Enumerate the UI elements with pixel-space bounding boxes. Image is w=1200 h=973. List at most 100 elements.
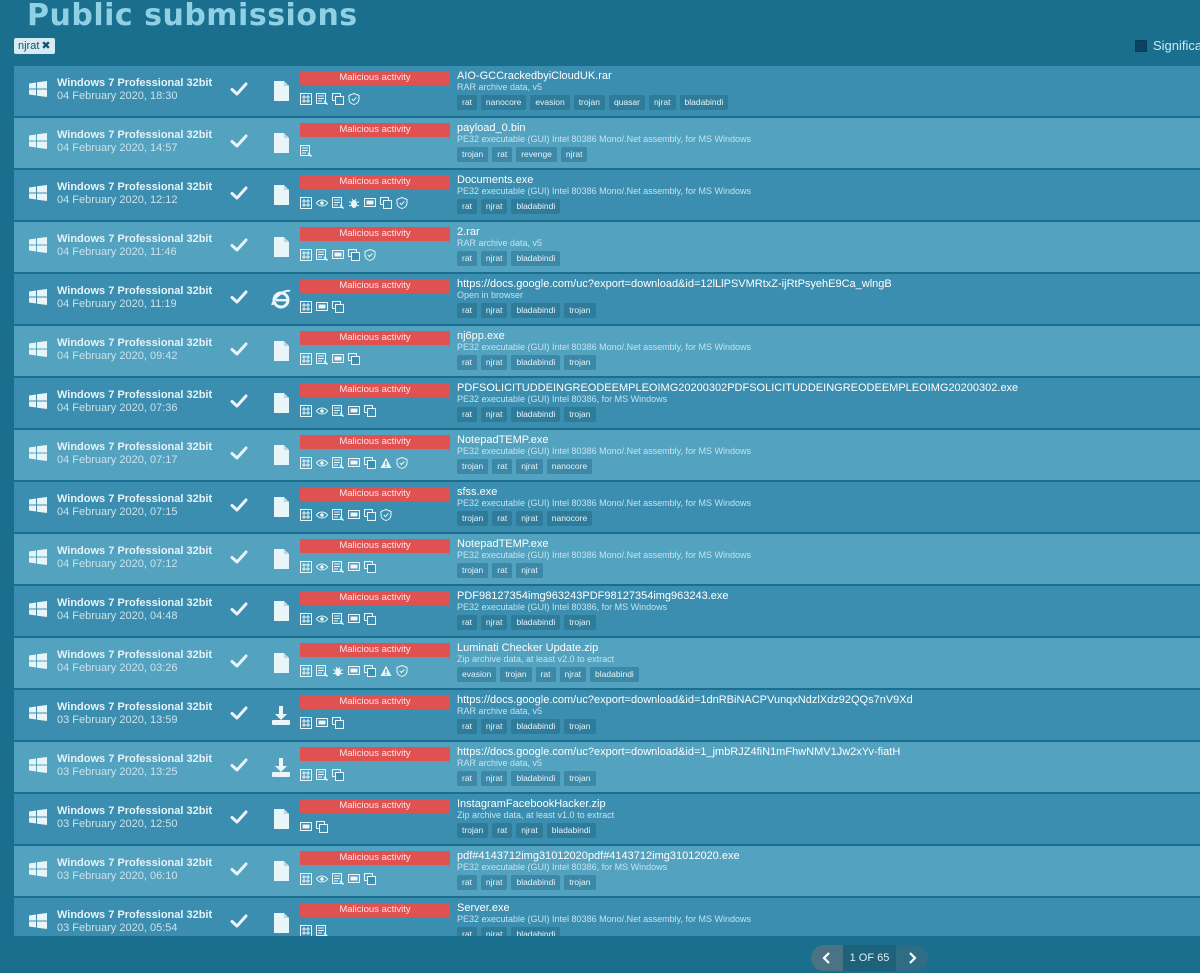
submission-row[interactable]: Windows 7 Professional 32bit 04 February … — [14, 534, 1200, 584]
tag[interactable]: njrat — [480, 355, 508, 370]
tag[interactable]: njrat — [516, 459, 543, 474]
tag[interactable]: bladabindi — [511, 251, 561, 266]
submission-row[interactable]: Windows 7 Professional 32bit 04 February … — [14, 222, 1200, 272]
tag[interactable]: bladabindi — [511, 771, 561, 786]
tag[interactable]: bladabindi — [511, 615, 561, 630]
tag[interactable]: rat — [457, 719, 477, 734]
tag[interactable]: trojan — [457, 459, 489, 474]
tag[interactable]: rat — [457, 251, 477, 266]
submission-row[interactable]: Windows 7 Professional 32bit 03 February … — [14, 794, 1200, 844]
remove-filter-icon[interactable]: ✖ — [41, 39, 50, 53]
submission-row[interactable]: Windows 7 Professional 32bit 04 February … — [14, 326, 1200, 376]
tag[interactable]: rat — [457, 407, 477, 422]
tag[interactable]: trojan — [564, 719, 596, 734]
tag[interactable]: rat — [457, 875, 477, 890]
tag[interactable]: rat — [535, 667, 556, 682]
tag[interactable]: njrat — [516, 823, 543, 838]
tag[interactable]: njrat — [559, 667, 587, 682]
tag[interactable]: rat — [457, 771, 477, 786]
submission-row[interactable]: Windows 7 Professional 32bit 04 February … — [14, 170, 1200, 220]
submission-row[interactable]: Windows 7 Professional 32bit 04 February … — [14, 586, 1200, 636]
file-name[interactable]: 2.rar — [457, 226, 480, 238]
tag[interactable]: bladabindi — [511, 355, 561, 370]
file-name[interactable]: https://docs.google.com/uc?export=downlo… — [457, 694, 913, 706]
tag[interactable]: rat — [457, 615, 477, 630]
tag[interactable]: trojan — [457, 511, 489, 526]
tag[interactable]: njrat — [480, 615, 508, 630]
submission-row[interactable]: Windows 7 Professional 32bit 04 February … — [14, 482, 1200, 532]
tag[interactable]: evasion — [457, 667, 497, 682]
tag[interactable]: bladabindi — [511, 407, 561, 422]
file-name[interactable]: payload_0.bin — [457, 122, 526, 134]
submission-row[interactable]: Windows 7 Professional 32bit 04 February … — [14, 118, 1200, 168]
tag[interactable]: bladabindi — [511, 199, 561, 214]
submission-row[interactable]: Windows 7 Professional 32bit 03 February … — [14, 690, 1200, 740]
file-name[interactable]: Documents.exe — [457, 174, 533, 186]
tag[interactable]: njrat — [480, 251, 508, 266]
tag[interactable]: rat — [492, 147, 513, 162]
tag[interactable]: rat — [457, 303, 477, 318]
file-name[interactable]: https://docs.google.com/uc?export=downlo… — [457, 278, 892, 290]
tag[interactable]: njrat — [648, 95, 676, 110]
file-name[interactable]: https://docs.google.com/uc?export=downlo… — [457, 746, 900, 758]
tag[interactable]: rat — [457, 95, 477, 110]
next-page-button[interactable] — [896, 945, 928, 971]
tag[interactable]: quasar — [608, 95, 645, 110]
tag[interactable]: rat — [492, 511, 513, 526]
file-name[interactable]: pdf#4143712img31012020pdf#4143712img3101… — [457, 850, 740, 862]
tag[interactable]: trojan — [564, 407, 596, 422]
tag[interactable]: trojan — [564, 771, 596, 786]
tag[interactable]: njrat — [480, 771, 508, 786]
file-name[interactable]: InstagramFacebookHacker.zip — [457, 798, 606, 810]
tag[interactable]: njrat — [480, 927, 508, 936]
submission-row[interactable]: Windows 7 Professional 32bit 03 February … — [14, 898, 1200, 936]
tag[interactable]: trojan — [457, 823, 489, 838]
submission-row[interactable]: Windows 7 Professional 32bit 04 February … — [14, 430, 1200, 480]
tag[interactable]: rat — [457, 927, 477, 936]
tag[interactable]: rat — [492, 823, 513, 838]
tag[interactable]: njrat — [480, 303, 508, 318]
submission-row[interactable]: Windows 7 Professional 32bit 04 February … — [14, 378, 1200, 428]
tag[interactable]: rat — [457, 199, 477, 214]
tag[interactable]: trojan — [564, 303, 596, 318]
tag[interactable]: trojan — [457, 563, 489, 578]
file-name[interactable]: nj6pp.exe — [457, 330, 505, 342]
tag[interactable]: bladabindi — [511, 303, 561, 318]
file-name[interactable]: sfss.exe — [457, 486, 497, 498]
tag[interactable]: bladabindi — [679, 95, 729, 110]
significant-filter[interactable]: Significa — [1135, 38, 1200, 53]
tag[interactable]: bladabindi — [590, 667, 639, 682]
tag[interactable]: rat — [457, 355, 477, 370]
file-name[interactable]: NotepadTEMP.exe — [457, 434, 549, 446]
tag[interactable]: rat — [492, 459, 513, 474]
significant-checkbox[interactable] — [1135, 39, 1147, 52]
tag[interactable]: rat — [492, 563, 513, 578]
tag[interactable]: trojan — [500, 667, 532, 682]
filter-tag[interactable]: njrat ✖ — [14, 38, 55, 54]
tag[interactable]: trojan — [573, 95, 605, 110]
tag[interactable]: bladabindi — [546, 823, 596, 838]
submission-row[interactable]: Windows 7 Professional 32bit 03 February … — [14, 846, 1200, 896]
prev-page-button[interactable] — [811, 945, 843, 971]
tag[interactable]: njrat — [480, 875, 508, 890]
submission-row[interactable]: Windows 7 Professional 32bit 03 February … — [14, 742, 1200, 792]
file-name[interactable]: Luminati Checker Update.zip — [457, 642, 598, 654]
file-name[interactable]: AIO-GCCrackedbyiCloudUK.rar — [457, 70, 612, 82]
tag[interactable]: evasion — [530, 95, 570, 110]
file-name[interactable]: PDFSOLICITUDDEINGREODEEMPLEOIMG20200302P… — [457, 382, 1018, 394]
tag[interactable]: trojan — [564, 355, 596, 370]
submission-row[interactable]: Windows 7 Professional 32bit 04 February … — [14, 638, 1200, 688]
tag[interactable]: njrat — [480, 199, 508, 214]
tag[interactable]: bladabindi — [511, 719, 561, 734]
tag[interactable]: trojan — [457, 147, 489, 162]
tag[interactable]: nanocore — [480, 95, 527, 110]
tag[interactable]: trojan — [564, 615, 596, 630]
submission-row[interactable]: Windows 7 Professional 32bit 04 February … — [14, 274, 1200, 324]
tag[interactable]: nanocore — [546, 511, 593, 526]
submission-row[interactable]: Windows 7 Professional 32bit 04 February … — [14, 66, 1200, 116]
tag[interactable]: njrat — [516, 563, 543, 578]
tag[interactable]: trojan — [564, 875, 596, 890]
tag[interactable]: njrat — [560, 147, 588, 162]
tag[interactable]: njrat — [516, 511, 543, 526]
tag[interactable]: nanocore — [546, 459, 593, 474]
